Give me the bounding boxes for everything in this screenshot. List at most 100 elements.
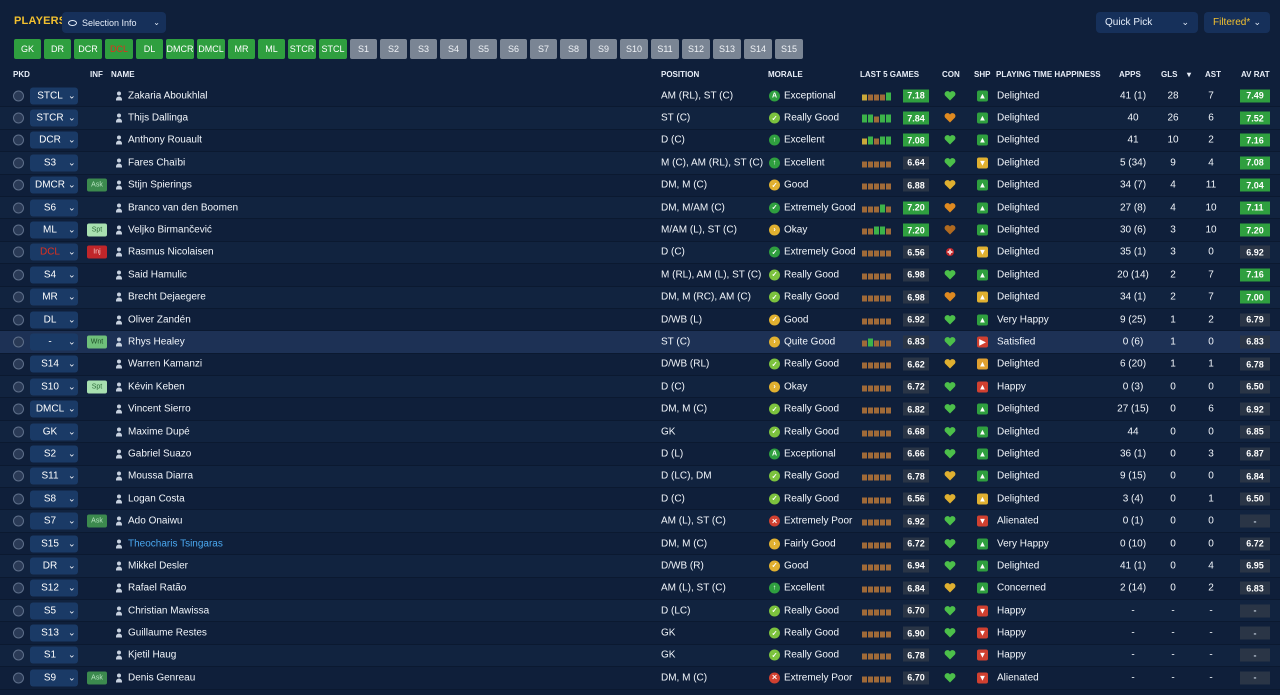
table-row[interactable]: S3 ⌄ Fares Chaïbi M (C), AM (RL), ST (C) ↑ Ex… xyxy=(0,152,1280,175)
player-name[interactable]: Zakaria Aboukhlal xyxy=(128,90,208,101)
col-last5[interactable]: LAST 5 GAMES xyxy=(860,70,919,79)
table-row[interactable]: S15 ⌄ Theocharis Tsingaras DM, M (C) › Fairly… xyxy=(0,533,1280,556)
selection-dropdown[interactable]: ML ⌄ xyxy=(30,221,78,239)
pkd-radio[interactable] xyxy=(13,381,24,393)
position-filter-dcl[interactable]: DCL xyxy=(105,39,133,59)
selection-dropdown[interactable]: DCL ⌄ xyxy=(30,243,78,261)
table-row[interactable]: ML ⌄ Spt Veljko Birmančević M/AM (L), ST (C)… xyxy=(0,219,1280,242)
player-name[interactable]: Thijs Dallinga xyxy=(128,113,188,124)
pkd-radio[interactable] xyxy=(13,202,24,214)
pkd-radio[interactable] xyxy=(13,269,24,281)
player-name[interactable]: Logan Costa xyxy=(128,493,185,504)
pkd-radio[interactable] xyxy=(13,560,24,572)
col-avrat[interactable]: AV RAT xyxy=(1241,70,1270,79)
selection-dropdown[interactable]: GK ⌄ xyxy=(30,423,78,441)
col-con[interactable]: CON xyxy=(942,70,960,79)
selection-dropdown[interactable]: S14 ⌄ xyxy=(30,355,78,373)
selection-dropdown[interactable]: S8 ⌄ xyxy=(30,490,78,508)
selection-dropdown[interactable]: S7 ⌄ xyxy=(30,512,78,530)
table-row[interactable]: S4 ⌄ Said Hamulic M (RL), AM (L), ST (C) ✓ Re… xyxy=(0,264,1280,287)
position-filter-s4[interactable]: S4 xyxy=(440,39,467,59)
position-filter-s10[interactable]: S10 xyxy=(620,39,648,59)
player-name[interactable]: Gabriel Suazo xyxy=(128,448,191,459)
selection-dropdown[interactable]: DCR ⌄ xyxy=(30,131,78,149)
position-filter-s5[interactable]: S5 xyxy=(470,39,497,59)
table-row[interactable]: S7 ⌄ Ask Ado Onaiwu AM (L), ST (C) ✕ Extremely… xyxy=(0,510,1280,533)
table-row[interactable]: S8 ⌄ Logan Costa D (C) ✓ Really Good 6.56 ▲ Deli… xyxy=(0,488,1280,511)
table-row[interactable]: STCR ⌄ Thijs Dallinga ST (C) ✓ Really Good 7.8… xyxy=(0,107,1280,130)
pkd-radio[interactable] xyxy=(13,605,24,617)
position-filter-s2[interactable]: S2 xyxy=(380,39,407,59)
position-filter-ml[interactable]: ML xyxy=(258,39,285,59)
table-row[interactable]: S9 ⌄ Ask Denis Genreau DM, M (C) ✕ Extremely P… xyxy=(0,667,1280,690)
position-filter-s6[interactable]: S6 xyxy=(500,39,527,59)
table-row[interactable]: S10 ⌄ Spt Kévin Keben D (C) › Okay 6.72 ▲ Happy 0 … xyxy=(0,376,1280,399)
col-position[interactable]: POSITION xyxy=(661,70,699,79)
table-row[interactable]: DCR ⌄ Anthony Rouault D (C) ↑ Excellent 7.08 ▲ D… xyxy=(0,130,1280,153)
position-filter-s3[interactable]: S3 xyxy=(410,39,437,59)
pkd-radio[interactable] xyxy=(13,336,24,348)
player-name[interactable]: Moussa Diarra xyxy=(128,471,193,482)
player-name[interactable]: Theocharis Tsingaras xyxy=(128,538,223,549)
player-name[interactable]: Said Hamulic xyxy=(128,269,187,280)
position-filter-dmcl[interactable]: DMCL xyxy=(197,39,225,59)
pkd-radio[interactable] xyxy=(13,582,24,594)
position-filter-stcr[interactable]: STCR xyxy=(288,39,316,59)
pkd-radio[interactable] xyxy=(13,157,24,169)
pkd-radio[interactable] xyxy=(13,112,24,124)
col-morale[interactable]: MORALE xyxy=(768,70,803,79)
pkd-radio[interactable] xyxy=(13,246,24,258)
pkd-radio[interactable] xyxy=(13,403,24,415)
player-name[interactable]: Kévin Keben xyxy=(128,381,185,392)
player-name[interactable]: Warren Kamanzi xyxy=(128,359,202,370)
selection-dropdown[interactable]: STCL ⌄ xyxy=(30,87,78,105)
table-row[interactable]: DMCR ⌄ Ask Stijn Spierings DM, M (C) ✓ Good 6.8… xyxy=(0,175,1280,197)
position-filter-s7[interactable]: S7 xyxy=(530,39,557,59)
pkd-radio[interactable] xyxy=(13,515,24,527)
selection-dropdown[interactable]: S10 ⌄ xyxy=(30,378,78,396)
player-name[interactable]: Oliver Zandén xyxy=(128,314,191,325)
player-name[interactable]: Vincent Sierro xyxy=(128,404,191,415)
player-name[interactable]: Anthony Rouault xyxy=(128,135,202,146)
pkd-radio[interactable] xyxy=(13,291,24,303)
table-row[interactable]: S13 ⌄ Guillaume Restes GK ✓ Really Good 6.90 ▼ H… xyxy=(0,622,1280,645)
selection-dropdown[interactable]: S5 ⌄ xyxy=(30,602,78,620)
selection-dropdown[interactable]: DMCL ⌄ xyxy=(30,400,78,418)
col-apps[interactable]: APPS xyxy=(1119,70,1141,79)
pkd-radio[interactable] xyxy=(13,314,24,326)
selection-dropdown[interactable]: DL ⌄ xyxy=(30,311,78,329)
selection-dropdown[interactable]: S1 ⌄ xyxy=(30,646,78,664)
player-name[interactable]: Mikkel Desler xyxy=(128,560,188,571)
table-row[interactable]: S6 ⌄ Branco van den Boomen DM, M/AM (C) ✓ Ext… xyxy=(0,196,1280,220)
selection-dropdown[interactable]: DMCR ⌄ xyxy=(30,176,78,194)
table-row[interactable]: DL ⌄ Oliver Zandén D/WB (L) ✓ Good 6.92 ▲ Very H… xyxy=(0,309,1280,332)
table-row[interactable]: GK ⌄ Maxime Dupé GK ✓ Really Good 6.68 ▲ Delight… xyxy=(0,420,1280,444)
position-filter-dr[interactable]: DR xyxy=(44,39,71,59)
pkd-radio[interactable] xyxy=(13,426,24,438)
selection-dropdown[interactable]: S2 ⌄ xyxy=(30,445,78,463)
table-row[interactable]: S14 ⌄ Warren Kamanzi D/WB (RL) ✓ Really Good 6… xyxy=(0,354,1280,377)
col-happiness[interactable]: PLAYING TIME HAPPINESS xyxy=(996,70,1101,79)
position-filter-gk[interactable]: GK xyxy=(14,39,41,59)
position-filter-dcr[interactable]: DCR xyxy=(74,39,102,59)
player-name[interactable]: Guillaume Restes xyxy=(128,628,207,639)
table-row[interactable]: S11 ⌄ Moussa Diarra D (LC), DM ✓ Really Good 6… xyxy=(0,465,1280,489)
position-filter-stcl[interactable]: STCL xyxy=(319,39,347,59)
table-row[interactable]: S5 ⌄ Christian Mawissa D (LC) ✓ Really Good 6.… xyxy=(0,599,1280,623)
col-name[interactable]: NAME xyxy=(111,70,135,79)
col-pkd[interactable]: PKD xyxy=(13,70,30,79)
player-name[interactable]: Maxime Dupé xyxy=(128,426,190,437)
selection-dropdown[interactable]: - ⌄ xyxy=(30,333,78,351)
selection-dropdown[interactable]: S13 ⌄ xyxy=(30,624,78,642)
selection-dropdown[interactable]: S3 ⌄ xyxy=(30,154,78,172)
table-row[interactable]: STCL ⌄ Zakaria Aboukhlal AM (RL), ST (C) A Ex… xyxy=(0,85,1280,108)
pkd-radio[interactable] xyxy=(13,627,24,639)
col-ast[interactable]: AST xyxy=(1205,70,1221,79)
col-gls[interactable]: GLS xyxy=(1161,70,1177,79)
selection-dropdown[interactable]: DR ⌄ xyxy=(30,557,78,575)
player-name[interactable]: Veljko Birmančević xyxy=(128,225,212,236)
position-filter-s8[interactable]: S8 xyxy=(560,39,587,59)
table-row[interactable]: S2 ⌄ Gabriel Suazo D (L) A Exceptional 6.66 ▲ De… xyxy=(0,443,1280,466)
table-row[interactable]: DCL ⌄ Inj Rasmus Nicolaisen D (C) ✓ Extremely … xyxy=(0,241,1280,265)
player-name[interactable]: Ado Onaiwu xyxy=(128,516,182,527)
